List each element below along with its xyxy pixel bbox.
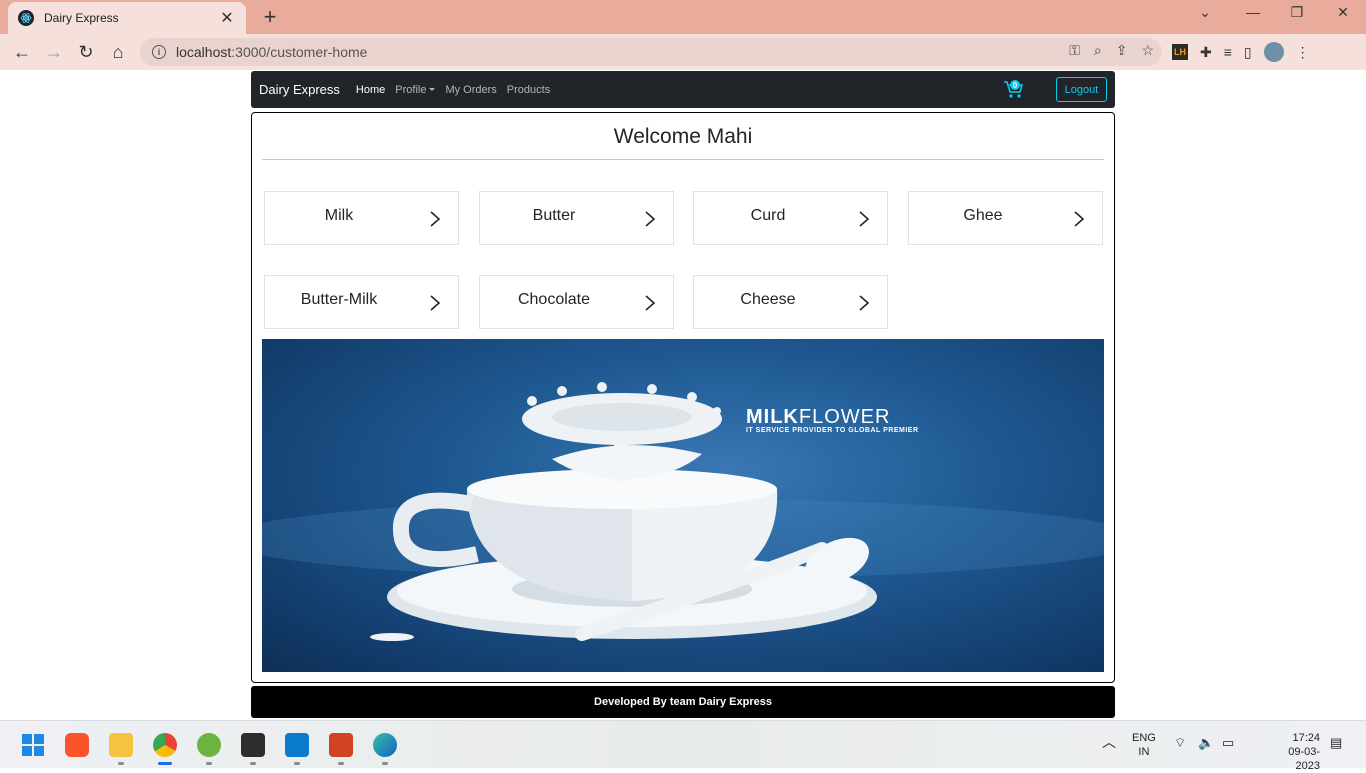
bookmark-star-icon[interactable]: ☆: [1141, 42, 1154, 59]
chevron-right-icon: [645, 295, 656, 311]
category-label: Butter-Milk: [300, 291, 378, 308]
start-button[interactable]: [21, 733, 45, 757]
tab-search-icon[interactable]: ⌄: [1190, 4, 1220, 21]
brave-browser-icon[interactable]: [65, 733, 89, 757]
battery-icon[interactable]: ▭: [1222, 736, 1234, 750]
category-card-chocolate[interactable]: Chocolate: [479, 275, 674, 329]
extensions-area: LH ✚ ≡ ▯ ⋮: [1172, 42, 1310, 62]
chrome-icon[interactable]: [153, 733, 177, 757]
home-icon[interactable]: ⌂: [102, 42, 134, 63]
main-card: Welcome Mahi Milk Butter Curd Ghee Butte…: [251, 112, 1115, 683]
category-card-ghee[interactable]: Ghee: [908, 191, 1103, 245]
running-indicator: [118, 762, 124, 765]
file-explorer-icon[interactable]: [109, 733, 133, 757]
windows-logo-icon: [22, 734, 44, 756]
spring-tools-icon[interactable]: [197, 733, 221, 757]
zoom-icon[interactable]: ⌕: [1094, 42, 1102, 59]
welcome-heading: Welcome Mahi: [613, 125, 753, 148]
nav-home[interactable]: Home: [356, 84, 385, 96]
category-card-butter[interactable]: Butter: [479, 191, 674, 245]
windows-taskbar: ︿ ENG IN ⌔ 🔈 ▭ 17:24 09-03-2023 ▤: [0, 720, 1366, 772]
chevron-right-icon: [859, 295, 870, 311]
media-control-icon[interactable]: ≡: [1224, 44, 1232, 60]
browser-tabstrip: Dairy Express ✕ + ⌄ — ❐ ✕: [0, 0, 1366, 34]
side-panel-icon[interactable]: ▯: [1244, 44, 1252, 61]
url-text: localhost:3000/customer-home: [176, 44, 368, 60]
nav-products[interactable]: Products: [507, 84, 550, 96]
back-icon[interactable]: ←: [6, 42, 38, 63]
chevron-right-icon: [430, 211, 441, 227]
caret-down-icon: [429, 88, 436, 92]
category-label: Chocolate: [517, 291, 591, 308]
key-icon[interactable]: ⚿: [1069, 42, 1080, 59]
banner-brand: MILKFLOWER: [746, 406, 891, 428]
banner-tagline: IT SERVICE PROVIDER TO GLOBAL PREMIER: [746, 427, 919, 434]
running-indicator: [294, 762, 300, 765]
chrome-menu-icon[interactable]: ⋮: [1296, 44, 1310, 61]
running-indicator: [206, 762, 212, 765]
active-indicator: [158, 762, 172, 765]
react-logo-icon: [18, 10, 34, 26]
chevron-right-icon: [1074, 211, 1085, 227]
site-info-icon[interactable]: i: [152, 45, 166, 59]
notifications-icon[interactable]: ▤: [1330, 736, 1342, 750]
tab-title: Dairy Express: [44, 11, 119, 25]
volume-icon[interactable]: 🔈: [1198, 736, 1214, 750]
running-indicator: [250, 762, 256, 765]
cart-button[interactable]: 0: [1003, 79, 1025, 99]
powerpoint-icon[interactable]: [329, 733, 353, 757]
category-label: Cheese: [740, 291, 796, 308]
logout-button[interactable]: Logout: [1056, 77, 1107, 102]
lighthouse-extension-icon[interactable]: LH: [1172, 44, 1188, 60]
chevron-right-icon: [430, 295, 441, 311]
app-navbar: Dairy Express Home Profile My Orders Pro…: [251, 71, 1115, 108]
category-card-curd[interactable]: Curd: [693, 191, 888, 245]
footer: Developed By team Dairy Express: [251, 686, 1115, 718]
clock[interactable]: 17:24 09-03-2023: [1284, 731, 1320, 773]
running-indicator: [382, 762, 388, 765]
category-label: Butter: [532, 207, 576, 224]
minimize-icon[interactable]: —: [1238, 4, 1268, 20]
nav-profile-dropdown[interactable]: Profile: [395, 84, 436, 96]
restore-icon[interactable]: ❐: [1282, 4, 1312, 21]
address-bar[interactable]: i localhost:3000/customer-home ⚿ ⌕ ⇪ ☆: [140, 38, 1162, 66]
browser-toolbar: ← → ↻ ⌂ i localhost:3000/customer-home ⚿…: [0, 34, 1366, 70]
category-label: Ghee: [963, 207, 1003, 224]
new-tab-icon[interactable]: +: [258, 4, 282, 30]
language-indicator[interactable]: ENG IN: [1132, 731, 1156, 759]
vscode-icon[interactable]: [285, 733, 309, 757]
show-hidden-icons-chevron-icon[interactable]: ︿: [1102, 735, 1116, 749]
category-card-cheese[interactable]: Cheese: [693, 275, 888, 329]
forward-icon[interactable]: →: [38, 42, 70, 63]
running-indicator: [338, 762, 344, 765]
tab-close-icon[interactable]: ✕: [218, 8, 236, 28]
wifi-icon[interactable]: ⌔: [1174, 736, 1186, 750]
share-icon[interactable]: ⇪: [1116, 42, 1128, 59]
category-label: Curd: [750, 207, 786, 224]
profile-avatar[interactable]: [1263, 42, 1284, 62]
nav-my-orders[interactable]: My Orders: [445, 84, 496, 96]
navbar-brand[interactable]: Dairy Express: [259, 82, 340, 97]
milk-banner-image: MILKFLOWER IT SERVICE PROVIDER TO GLOBAL…: [262, 339, 1104, 672]
extensions-puzzle-icon[interactable]: ✚: [1200, 44, 1212, 61]
edge-icon[interactable]: [373, 733, 397, 757]
category-card-butter-milk[interactable]: Butter-Milk: [264, 275, 459, 329]
divider: [262, 159, 1104, 160]
reload-icon[interactable]: ↻: [70, 42, 102, 63]
cart-count-badge: 0: [1010, 80, 1020, 90]
browser-tab[interactable]: Dairy Express ✕: [8, 2, 246, 34]
window-close-icon[interactable]: ✕: [1328, 4, 1358, 21]
category-label: Milk: [324, 207, 354, 224]
chevron-right-icon: [859, 211, 870, 227]
category-card-milk[interactable]: Milk: [264, 191, 459, 245]
chevron-right-icon: [645, 211, 656, 227]
terminal-icon[interactable]: [241, 733, 265, 757]
